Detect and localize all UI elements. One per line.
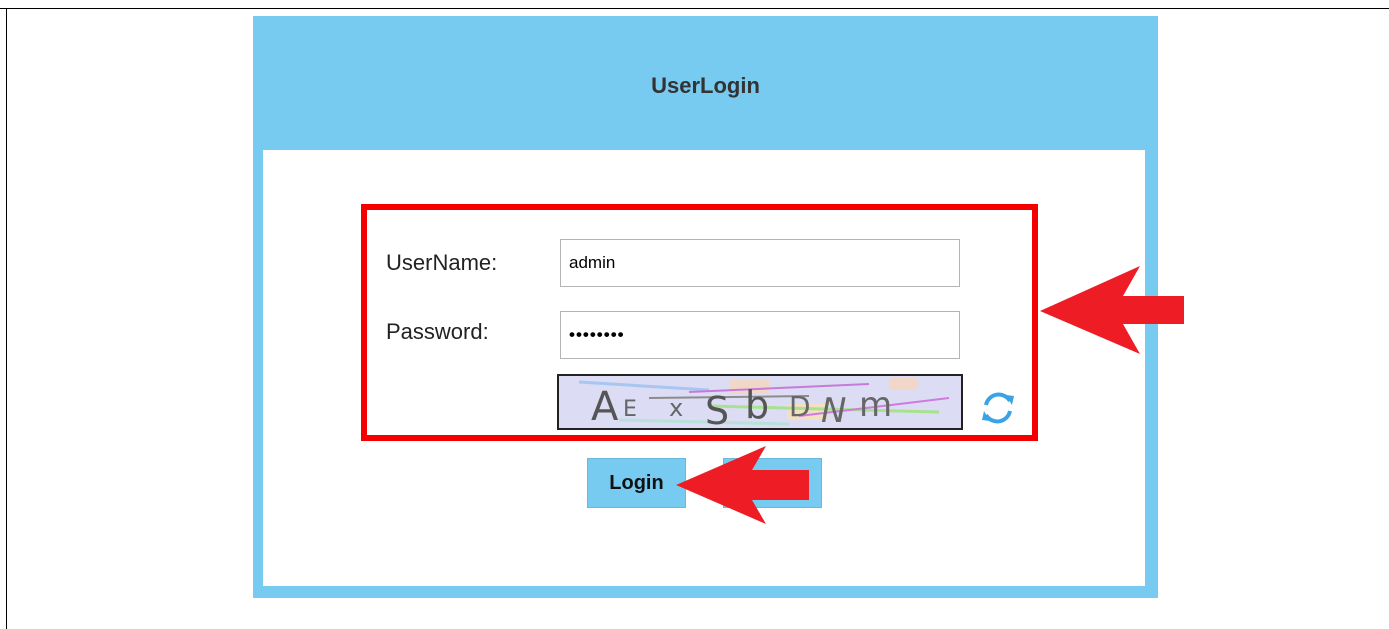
svg-text:E: E xyxy=(623,397,637,422)
frame-left-border xyxy=(6,8,7,629)
svg-text:D: D xyxy=(789,390,811,423)
svg-text:A: A xyxy=(591,384,619,428)
login-panel: UserLogin xyxy=(253,16,1158,598)
svg-text:N: N xyxy=(821,391,846,428)
svg-text:b: b xyxy=(745,383,769,427)
password-label: Password: xyxy=(386,319,489,344)
captcha-image: A E x S b D N m xyxy=(557,374,963,430)
svg-text:x: x xyxy=(669,394,683,422)
username-label: UserName: xyxy=(386,250,498,275)
panel-title: UserLogin xyxy=(651,73,760,98)
username-input[interactable] xyxy=(560,239,960,287)
panel-body xyxy=(263,150,1145,586)
password-input[interactable] xyxy=(560,311,960,359)
reset-button[interactable]: Reset xyxy=(723,458,822,508)
login-button[interactable]: Login xyxy=(587,458,686,508)
svg-text:m: m xyxy=(859,385,892,425)
refresh-icon[interactable] xyxy=(976,386,1020,430)
frame-top-border xyxy=(0,8,1389,9)
svg-text:S: S xyxy=(705,389,729,428)
